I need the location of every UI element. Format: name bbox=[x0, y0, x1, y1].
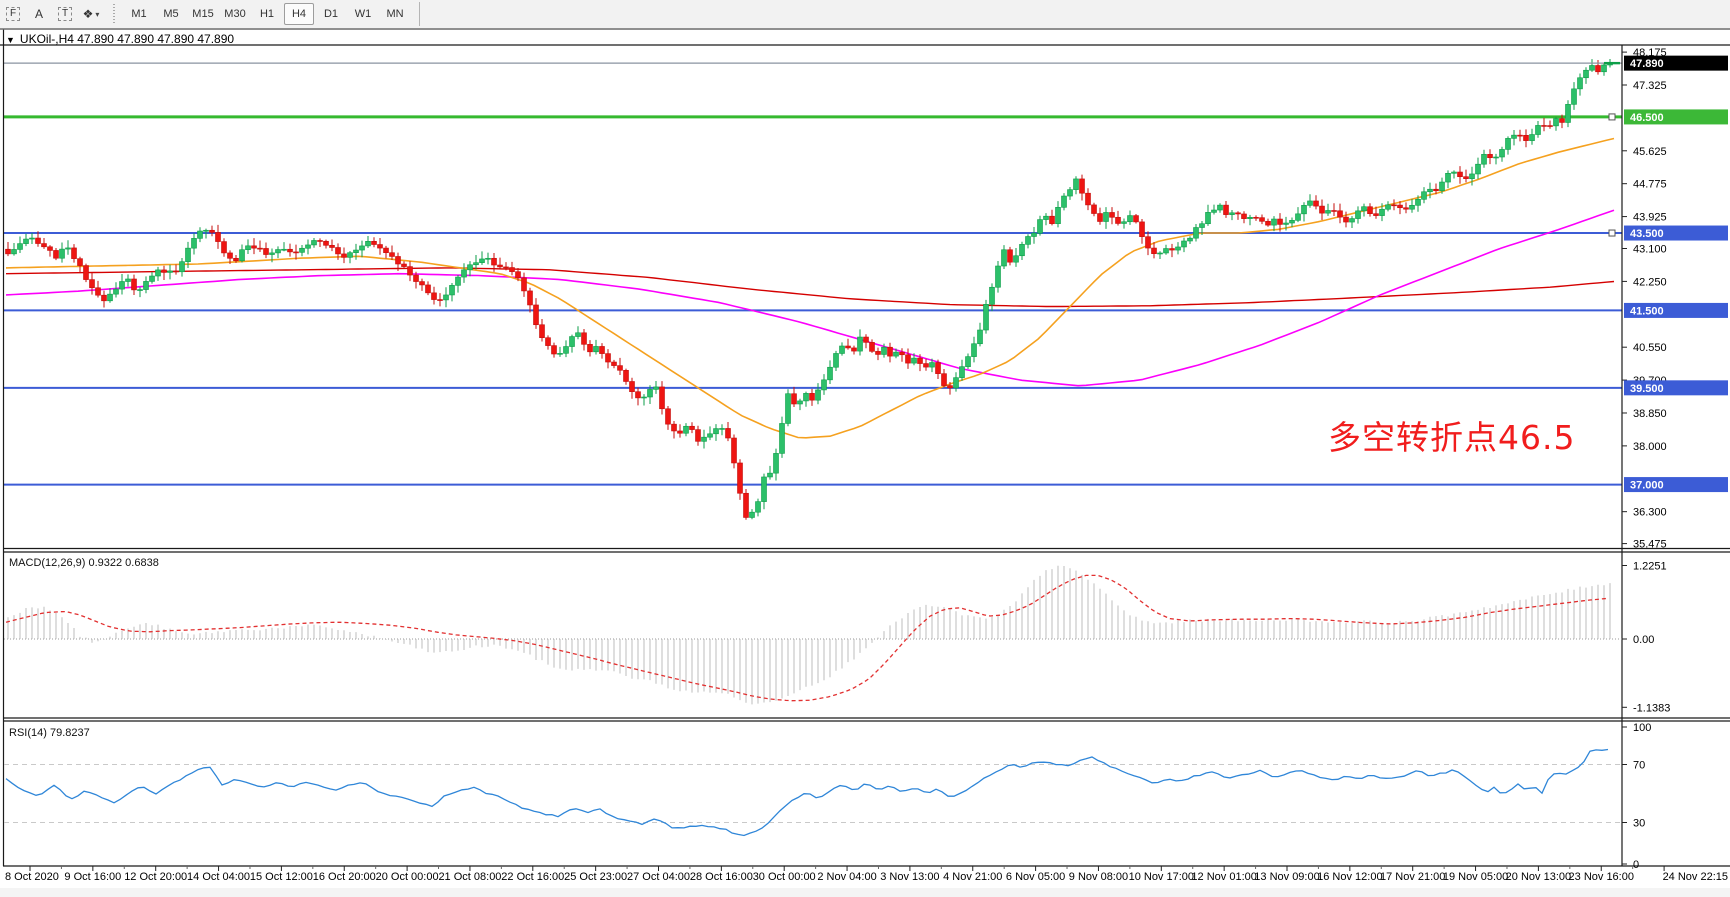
macd-tick-label: -1.1383 bbox=[1633, 702, 1670, 714]
time-tick-label: 22 Oct 16:00 bbox=[501, 871, 564, 883]
rsi-tick-label: 0 bbox=[1633, 859, 1639, 871]
price-tick-label: 40.550 bbox=[1633, 342, 1667, 354]
toolbar: FAT❖▾ M1M5M15M30H1H4D1W1MN bbox=[0, 0, 1730, 29]
green-line-label-text: 46.500 bbox=[1630, 112, 1664, 124]
shapes-icon[interactable]: ❖▾ bbox=[79, 3, 103, 25]
time-tick-label: 16 Nov 12:00 bbox=[1317, 871, 1382, 883]
time-tick-label: 17 Nov 21:00 bbox=[1380, 871, 1445, 883]
time-tick-label: 19 Nov 05:00 bbox=[1443, 871, 1508, 883]
dropdown-arrow-icon[interactable]: ▾ bbox=[95, 10, 99, 19]
price-axis[interactable]: 48.17547.32545.62544.77543.92543.10042.2… bbox=[1622, 47, 1728, 550]
text-box-icon[interactable]: T bbox=[53, 3, 77, 25]
timeframe-button-m30[interactable]: M30 bbox=[220, 3, 250, 25]
time-tick-label: 12 Nov 01:00 bbox=[1191, 871, 1256, 883]
time-tick-label: 15 Oct 12:00 bbox=[250, 871, 313, 883]
window-bottom-strip bbox=[0, 888, 1730, 897]
rsi-axis[interactable]: 100 70 30 0 bbox=[1622, 722, 1651, 871]
timeframe-button-h4[interactable]: H4 bbox=[284, 3, 314, 25]
time-tick-label: 3 Nov 13:00 bbox=[880, 871, 939, 883]
line-handle[interactable] bbox=[1609, 230, 1615, 236]
time-tick-label: 8 Oct 2020 bbox=[5, 871, 59, 883]
time-tick-label: 12 Oct 20:00 bbox=[124, 871, 187, 883]
price-tick-label: 47.325 bbox=[1633, 80, 1667, 92]
price-tick-label: 43.100 bbox=[1633, 244, 1667, 256]
time-tick-label: 28 Oct 16:00 bbox=[690, 871, 753, 883]
chart-canvas[interactable]: 48.17547.32545.62544.77543.92543.10042.2… bbox=[0, 29, 1730, 897]
price-tick-label: 45.625 bbox=[1633, 146, 1667, 158]
price-tick-label: 44.775 bbox=[1633, 179, 1667, 191]
time-tick-label: 21 Oct 08:00 bbox=[438, 871, 501, 883]
time-tick-label: 24 Nov 22:15 bbox=[1663, 871, 1728, 883]
time-tick-label: 25 Oct 23:00 bbox=[564, 871, 627, 883]
time-tick-label: 6 Nov 05:00 bbox=[1006, 871, 1065, 883]
toolbar-grip[interactable] bbox=[112, 4, 117, 24]
price-tick-label: 35.475 bbox=[1633, 539, 1667, 551]
price-tick-label: 43.925 bbox=[1633, 212, 1667, 224]
last-price-label-text: 47.890 bbox=[1630, 58, 1664, 70]
timeframe-button-mn[interactable]: MN bbox=[380, 3, 410, 25]
time-tick-label: 27 Oct 04:00 bbox=[627, 871, 690, 883]
time-tick-label: 9 Oct 16:00 bbox=[64, 871, 121, 883]
timeframe-button-d1[interactable]: D1 bbox=[316, 3, 346, 25]
price-tick-label: 36.300 bbox=[1633, 507, 1667, 519]
price-tick-label: 42.250 bbox=[1633, 276, 1667, 288]
timeframe-button-m1[interactable]: M1 bbox=[124, 3, 154, 25]
time-tick-label: 20 Oct 00:00 bbox=[376, 871, 439, 883]
blue-line-label-4-text: 37.000 bbox=[1630, 480, 1664, 492]
frame-f-icon[interactable]: F bbox=[1, 3, 25, 25]
timeframe-button-w1[interactable]: W1 bbox=[348, 3, 378, 25]
blue-line-label-2-text: 41.500 bbox=[1630, 305, 1664, 317]
time-tick-label: 14 Oct 04:00 bbox=[187, 871, 250, 883]
macd-axis[interactable]: 1.2251 0.00 -1.1383 bbox=[1622, 560, 1670, 714]
line-handle[interactable] bbox=[1609, 114, 1615, 120]
macd-plot[interactable] bbox=[4, 552, 1622, 718]
text-label-icon[interactable]: A bbox=[27, 3, 51, 25]
chart-text-annotation[interactable]: 多空转折点46.5 bbox=[1328, 411, 1575, 459]
timeframe-button-m5[interactable]: M5 bbox=[156, 3, 186, 25]
time-tick-label: 20 Nov 13:00 bbox=[1506, 871, 1571, 883]
time-tick-label: 13 Nov 09:00 bbox=[1254, 871, 1319, 883]
timeframe-button-m15[interactable]: M15 bbox=[188, 3, 218, 25]
blue-line-label-1-text: 43.500 bbox=[1630, 228, 1664, 240]
time-tick-label: 16 Oct 20:00 bbox=[313, 871, 376, 883]
timeframe-button-h1[interactable]: H1 bbox=[252, 3, 282, 25]
time-tick-label: 2 Nov 04:00 bbox=[817, 871, 876, 883]
time-tick-label: 9 Nov 08:00 bbox=[1069, 871, 1128, 883]
rsi-tick-label: 30 bbox=[1633, 818, 1645, 830]
toolbar-separator bbox=[419, 2, 420, 26]
time-tick-label: 23 Nov 16:00 bbox=[1569, 871, 1634, 883]
time-axis[interactable]: 8 Oct 2020 9 Oct 16:0012 Oct 20:0014 Oct … bbox=[5, 866, 1728, 883]
price-tick-label: 38.000 bbox=[1633, 441, 1667, 453]
rsi-tick-label: 100 bbox=[1633, 722, 1651, 734]
chart-window: 48.17547.32545.62544.77543.92543.10042.2… bbox=[0, 29, 1730, 897]
time-tick-label: 4 Nov 21:00 bbox=[943, 871, 1002, 883]
price-tick-label: 38.850 bbox=[1633, 408, 1667, 420]
rsi-plot[interactable] bbox=[4, 721, 1622, 866]
macd-tick-label: 0.00 bbox=[1633, 634, 1654, 646]
time-tick-label: 30 Oct 00:00 bbox=[753, 871, 816, 883]
time-tick-label: 10 Nov 17:00 bbox=[1129, 871, 1194, 883]
blue-line-label-3-text: 39.500 bbox=[1630, 383, 1664, 395]
macd-tick-label: 1.2251 bbox=[1633, 560, 1667, 572]
rsi-tick-label: 70 bbox=[1633, 760, 1645, 772]
